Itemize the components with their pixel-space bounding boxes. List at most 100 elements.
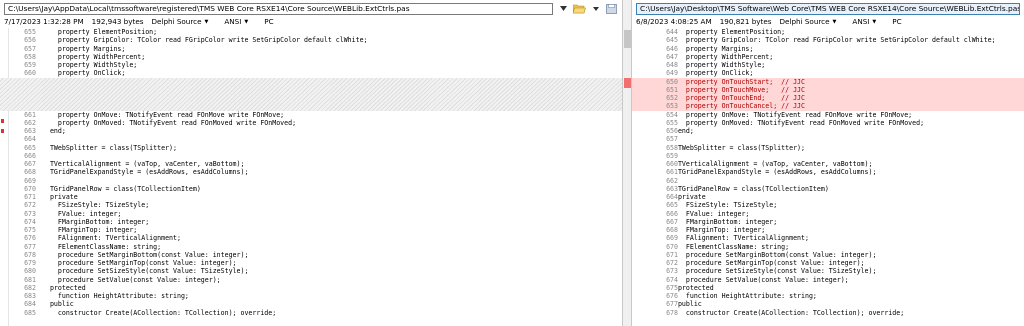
diff-placeholder-line[interactable] xyxy=(0,94,622,103)
code-text: property OnTouchMove; // JJC xyxy=(670,85,805,94)
code-line[interactable]: 660 TVerticalAlignment = (vaTop, vaCente… xyxy=(632,160,1024,168)
line-number: 675 xyxy=(24,226,36,234)
code-line[interactable]: 672 FSizeStyle: TSizeStyle; xyxy=(0,201,622,209)
save-icon[interactable] xyxy=(605,3,618,14)
code-line[interactable]: 667 TVerticalAlignment = (vaTop, vaCente… xyxy=(0,160,622,168)
right-encoding-label: ANSI xyxy=(852,17,870,26)
code-line[interactable]: 664 xyxy=(0,135,622,143)
diff-added-line[interactable]: 650 property OnTouchStart; // JJC xyxy=(632,77,1024,86)
code-line[interactable]: 677 public xyxy=(632,300,1024,308)
dropdown-arrow-icon[interactable] xyxy=(557,3,570,14)
code-text: function HeightAttribute: string; xyxy=(670,292,817,300)
diff-placeholder-line[interactable] xyxy=(0,102,622,111)
code-line[interactable]: 669 FAlignment: TVerticalAlignment; xyxy=(632,234,1024,242)
code-line[interactable]: 671 private xyxy=(0,193,622,201)
code-line[interactable]: 675 FMarginTop: integer; xyxy=(0,226,622,234)
code-line[interactable]: 657 xyxy=(632,135,1024,143)
diff-placeholder-line[interactable] xyxy=(0,77,622,86)
code-line[interactable]: 656 property GripColor: TColor read FGri… xyxy=(0,36,622,44)
code-line[interactable]: 666 xyxy=(0,152,622,160)
code-line[interactable]: 685 constructor Create(ACollection: TCol… xyxy=(0,309,622,317)
code-line[interactable]: 680 procedure SetSizeStyle(const Value: … xyxy=(0,267,622,275)
code-line[interactable]: 662 property OnMoved: TNotifyEvent read … xyxy=(0,119,622,127)
code-line[interactable]: 655 property ElementPosition; xyxy=(0,28,622,36)
code-line[interactable]: 660 property OnClick; xyxy=(0,69,622,77)
center-scroll-divider[interactable] xyxy=(622,0,632,326)
code-line[interactable]: 678 constructor Create(ACollection: TCol… xyxy=(632,309,1024,317)
code-line[interactable]: 664 private xyxy=(632,193,1024,201)
code-text: property WidthStyle; xyxy=(42,61,138,69)
code-line[interactable]: 656 end; xyxy=(632,127,1024,135)
folder-open-icon[interactable] xyxy=(573,3,586,14)
code-line[interactable]: 645 property GripColor: TColor read FGri… xyxy=(632,36,1024,44)
code-line[interactable]: 673 procedure SetSizeStyle(const Value: … xyxy=(632,267,1024,275)
code-line[interactable]: 668 TGridPanelExpandStyle = (esAddRows, … xyxy=(0,168,622,176)
code-line[interactable]: 674 FMarginBottom: integer; xyxy=(0,218,622,226)
code-line[interactable]: 644 property ElementPosition; xyxy=(632,28,1024,36)
diff-added-line[interactable]: 653 property OnTouchCancel; // JJC xyxy=(632,102,1024,111)
left-path-input[interactable]: C:\Users\Jay\AppData\Local\tmssoftware\r… xyxy=(4,2,553,15)
code-text: procedure SetMarginTop(const Value: inte… xyxy=(670,259,865,267)
code-line[interactable]: 646 property Margins; xyxy=(632,45,1024,53)
code-line[interactable]: 684 public xyxy=(0,300,622,308)
right-format-dropdown[interactable]: Delphi Source ▼ xyxy=(780,17,845,26)
diff-added-line[interactable]: 652 property OnTouchEnd; // JJC xyxy=(632,94,1024,103)
code-line[interactable]: 647 property WidthPercent; xyxy=(632,53,1024,61)
code-line[interactable]: 665 TWebSplitter = class(TSplitter); xyxy=(0,144,622,152)
code-text: property OnMoved: TNotifyEvent read FOnM… xyxy=(670,118,925,127)
code-line[interactable]: 669 xyxy=(0,177,622,185)
code-line[interactable]: 658 property WidthPercent; xyxy=(0,53,622,61)
left-encoding-dropdown[interactable]: ANSI ▼ xyxy=(224,17,256,26)
left-format-dropdown[interactable]: Delphi Source ▼ xyxy=(151,17,216,26)
right-file-date: 6/8/2023 4:08:25 AM xyxy=(636,17,712,26)
code-line[interactable]: 661 TGridPanelExpandStyle = (esAddRows, … xyxy=(632,168,1024,176)
scrollbar-thumb[interactable] xyxy=(624,30,631,48)
code-line[interactable]: 677 FElementClassName: string; xyxy=(0,243,622,251)
code-line[interactable]: 682 protected xyxy=(0,284,622,292)
code-line[interactable]: 665 FSizeStyle: TSizeStyle; xyxy=(632,201,1024,209)
code-line[interactable]: 676 FAlignment: TVerticalAlignment; xyxy=(0,234,622,242)
left-encoding-label: ANSI xyxy=(224,17,242,26)
code-line[interactable]: 675 protected xyxy=(632,284,1024,292)
code-text: FMarginBottom: integer; xyxy=(42,217,150,226)
code-line[interactable]: 663 TGridPanelRow = class(TCollectionIte… xyxy=(632,185,1024,193)
code-line[interactable]: 681 procedure SetValue(const Value: inte… xyxy=(0,276,622,284)
right-path-input[interactable]: C:\Users\Jay\Desktop\TMS Software\Web Co… xyxy=(636,2,1020,15)
code-line[interactable]: 662 xyxy=(632,177,1024,185)
code-line[interactable]: 674 procedure SetValue(const Value: inte… xyxy=(632,276,1024,284)
code-line[interactable]: 667 FMarginBottom: integer; xyxy=(632,218,1024,226)
code-line[interactable]: 671 procedure SetMarginBottom(const Valu… xyxy=(632,251,1024,259)
line-number: 659 xyxy=(666,151,678,160)
code-text: procedure SetMarginBottom(const Value: i… xyxy=(670,250,877,259)
code-line[interactable]: 683 function HeightAttribute: string; xyxy=(0,292,622,300)
diff-placeholder-line[interactable] xyxy=(0,85,622,94)
code-text: property WidthPercent; xyxy=(670,52,774,61)
code-line[interactable]: 679 procedure SetMarginTop(const Value: … xyxy=(0,259,622,267)
code-line[interactable]: 659 property WidthStyle; xyxy=(0,61,622,69)
code-line[interactable]: 661 property OnMove: TNotifyEvent read F… xyxy=(0,111,622,119)
dropdown-arrow-icon[interactable] xyxy=(589,3,602,14)
code-line[interactable]: 649 property OnClick; xyxy=(632,69,1024,77)
code-line[interactable]: 659 xyxy=(632,152,1024,160)
code-line[interactable]: 666 FValue: integer; xyxy=(632,210,1024,218)
code-line[interactable]: 672 procedure SetMarginTop(const Value: … xyxy=(632,259,1024,267)
code-line[interactable]: 648 property WidthStyle; xyxy=(632,61,1024,69)
diff-overview-mark[interactable] xyxy=(624,78,631,88)
code-line[interactable]: 678 procedure SetMarginBottom(const Valu… xyxy=(0,251,622,259)
left-code-view[interactable]: 655 property ElementPosition; 656 propert… xyxy=(0,28,622,326)
code-text: procedure SetSizeStyle(const Value: TSiz… xyxy=(42,267,249,276)
right-code-view[interactable]: 644 property ElementPosition; 645 propert… xyxy=(632,28,1024,326)
code-line[interactable]: 668 FMarginTop: integer; xyxy=(632,226,1024,234)
code-line[interactable]: 670 FElementClassName: string; xyxy=(632,243,1024,251)
code-line[interactable]: 658 TWebSplitter = class(TSplitter); xyxy=(632,144,1024,152)
code-line[interactable]: 655 property OnMoved: TNotifyEvent read … xyxy=(632,119,1024,127)
diff-added-line[interactable]: 651 property OnTouchMove; // JJC xyxy=(632,85,1024,94)
code-line[interactable]: 663 end; xyxy=(0,127,622,135)
code-text: procedure SetValue(const Value: integer)… xyxy=(670,275,849,284)
code-line[interactable]: 657 property Margins; xyxy=(0,45,622,53)
code-line[interactable]: 670 TGridPanelRow = class(TCollectionIte… xyxy=(0,185,622,193)
right-encoding-dropdown[interactable]: ANSI ▼ xyxy=(852,17,884,26)
code-line[interactable]: 654 property OnMove: TNotifyEvent read F… xyxy=(632,111,1024,119)
code-line[interactable]: 676 function HeightAttribute: string; xyxy=(632,292,1024,300)
code-line[interactable]: 673 FValue: integer; xyxy=(0,210,622,218)
